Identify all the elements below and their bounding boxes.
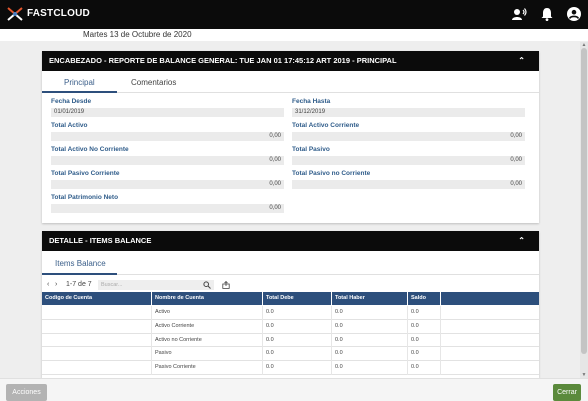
search-input[interactable]: Buscar... <box>98 280 214 290</box>
detail-card: DETALLE - ITEMS BALANCE ⌃ Items Balance … <box>42 231 539 378</box>
fecha-desde-label: Fecha Desde <box>51 98 92 105</box>
table-toolbar: ‹ › 1-7 de 7 Buscar... <box>42 278 539 292</box>
cell-debe: 0.0 <box>263 306 332 320</box>
cell-debe: 0.0 <box>263 347 332 362</box>
cell-codigo <box>42 333 152 348</box>
total-pasivo-no-corriente-field[interactable]: 0,00 <box>292 180 525 189</box>
acciones-button[interactable]: Acciones <box>6 384 47 401</box>
tab-comentarios[interactable]: Comentarios <box>131 78 176 87</box>
table-row[interactable]: Pasivo Corriente 0.0 0.0 0.0 <box>42 361 539 375</box>
total-pasivo-no-corriente-label: Total Pasivo no Corriente <box>292 170 371 177</box>
bell-icon[interactable] <box>539 6 555 22</box>
cell-nombre: Pasivo <box>152 347 263 362</box>
next-page-icon[interactable]: › <box>55 281 57 288</box>
tab-items-balance[interactable]: Items Balance <box>55 259 106 268</box>
detail-card-title: DETALLE - ITEMS BALANCE <box>49 236 152 245</box>
table-header: Codigo de Cuenta Nombre de Cuenta Total … <box>42 292 539 305</box>
tab-principal-indicator <box>42 91 117 93</box>
header-card-title-bar[interactable]: ENCABEZADO - REPORTE DE BALANCE GENERAL:… <box>42 51 539 71</box>
header-card-title: ENCABEZADO - REPORTE DE BALANCE GENERAL:… <box>49 56 397 65</box>
cell-nombre: Activo no Corriente <box>152 333 263 348</box>
cell-haber: 0.0 <box>332 319 408 334</box>
tab-items-balance-indicator <box>42 273 117 275</box>
fecha-hasta-field[interactable]: 31/12/2019 <box>292 108 525 117</box>
total-activo-corriente-label: Total Activo Corriente <box>292 122 360 129</box>
cell-haber: 0.0 <box>332 306 408 320</box>
total-pasivo-field[interactable]: 0,00 <box>292 156 525 165</box>
brand-name: FASTCLOUD <box>27 8 90 19</box>
total-activo-field[interactable]: 0,00 <box>51 132 284 141</box>
cell-debe: 0.0 <box>263 333 332 348</box>
search-icon[interactable] <box>203 281 211 289</box>
cell-saldo: 0.0 <box>408 347 441 362</box>
col-nombre-cuenta[interactable]: Nombre de Cuenta <box>152 292 263 305</box>
col-codigo-cuenta[interactable]: Codigo de Cuenta <box>42 292 152 305</box>
account-icon[interactable] <box>566 6 582 22</box>
cell-nombre: Activo <box>152 306 263 320</box>
date-bar: Martes 13 de Octubre de 2020 <box>0 29 588 41</box>
cell-saldo: 0.0 <box>408 319 441 334</box>
table-row[interactable]: Activo Corriente 0.0 0.0 0.0 <box>42 319 539 334</box>
cell-nombre: Activo Corriente <box>152 319 263 334</box>
cell-haber: 0.0 <box>332 347 408 362</box>
cell-nombre: Pasivo Corriente <box>152 361 263 375</box>
col-total-debe[interactable]: Total Debe <box>263 292 332 305</box>
pager-text: 1-7 de 7 <box>66 281 92 288</box>
table-row[interactable]: Activo 0.0 0.0 0.0 <box>42 306 539 320</box>
cell-codigo <box>42 319 152 334</box>
detail-card-title-bar[interactable]: DETALLE - ITEMS BALANCE ⌃ <box>42 231 539 251</box>
cell-saldo: 0.0 <box>408 361 441 375</box>
fecha-desde-field[interactable]: 01/01/2019 <box>51 108 284 117</box>
scroll-thumb[interactable] <box>581 48 587 354</box>
export-icon[interactable] <box>222 281 230 289</box>
detail-tabs: Items Balance <box>42 251 539 275</box>
cell-saldo: 0.0 <box>408 333 441 348</box>
total-activo-no-corriente-label: Total Activo No Corriente <box>51 146 129 153</box>
search-placeholder: Buscar... <box>101 282 123 288</box>
col-saldo[interactable]: Saldo <box>408 292 441 305</box>
bottom-action-bar: Acciones Cerrar <box>0 378 588 401</box>
page-scrollbar[interactable]: ▲ ▼ <box>580 42 588 378</box>
header-card: ENCABEZADO - REPORTE DE BALANCE GENERAL:… <box>42 51 539 223</box>
cell-debe: 0.0 <box>263 319 332 334</box>
total-patrimonio-neto-field[interactable]: 0,00 <box>51 204 284 213</box>
top-bar: FASTCLOUD <box>0 0 588 29</box>
cell-debe: 0.0 <box>263 361 332 375</box>
cell-codigo <box>42 306 152 320</box>
col-total-haber[interactable]: Total Haber <box>332 292 408 305</box>
header-tabs: Principal Comentarios <box>42 71 539 93</box>
cell-haber: 0.0 <box>332 361 408 375</box>
total-activo-no-corriente-field[interactable]: 0,00 <box>51 156 284 165</box>
total-activo-corriente-field[interactable]: 0,00 <box>292 132 525 141</box>
total-pasivo-label: Total Pasivo <box>292 146 330 153</box>
tab-principal[interactable]: Principal <box>64 78 95 87</box>
prev-page-icon[interactable]: ‹ <box>47 281 49 288</box>
fastcloud-logo-icon <box>7 7 23 21</box>
table-row[interactable]: Pasivo 0.0 0.0 0.0 <box>42 347 539 362</box>
cell-saldo: 0.0 <box>408 306 441 320</box>
cell-codigo <box>42 361 152 375</box>
cerrar-button[interactable]: Cerrar <box>553 384 581 401</box>
chevron-up-icon[interactable]: ⌃ <box>518 51 525 71</box>
total-activo-label: Total Activo <box>51 122 88 129</box>
total-pasivo-corriente-field[interactable]: 0,00 <box>51 180 284 189</box>
fecha-hasta-label: Fecha Hasta <box>292 98 331 105</box>
cell-codigo <box>42 347 152 362</box>
current-date: Martes 13 de Octubre de 2020 <box>83 30 192 39</box>
user-voice-icon[interactable] <box>511 6 527 22</box>
cell-haber: 0.0 <box>332 333 408 348</box>
total-pasivo-corriente-label: Total Pasivo Corriente <box>51 170 120 177</box>
total-patrimonio-neto-label: Total Patrimonio Neto <box>51 194 119 201</box>
table-row[interactable]: Activo no Corriente 0.0 0.0 0.0 <box>42 333 539 348</box>
chevron-up-icon[interactable]: ⌃ <box>518 231 525 251</box>
